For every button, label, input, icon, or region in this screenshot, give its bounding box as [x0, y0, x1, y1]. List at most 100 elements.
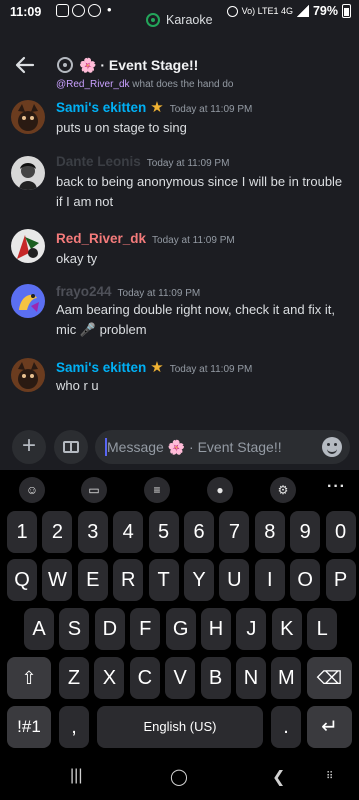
- space-key[interactable]: English (US): [97, 706, 263, 748]
- timestamp: Today at 11:09 PM: [169, 364, 253, 375]
- key-p[interactable]: P: [325, 559, 356, 601]
- stage-channel-icon: [57, 57, 73, 73]
- key-4[interactable]: 4: [113, 511, 144, 553]
- key-k[interactable]: K: [271, 608, 302, 650]
- message-text: Aam bearing double right now, check it a…: [56, 302, 335, 337]
- message-header: Red_River_dk Today at 11:09 PM: [56, 231, 235, 246]
- key-9[interactable]: 9: [290, 511, 321, 553]
- key-b[interactable]: B: [200, 657, 231, 699]
- karaoke-indicator[interactable]: Karaoke: [146, 13, 213, 27]
- message-input[interactable]: [107, 430, 307, 464]
- key-n[interactable]: N: [236, 657, 266, 699]
- avatar[interactable]: [11, 229, 45, 263]
- gift-icon[interactable]: [54, 430, 88, 464]
- keyboard-hide-icon[interactable]: ⠿: [326, 771, 333, 782]
- key-0[interactable]: 0: [325, 511, 356, 553]
- star-badge-icon: ★: [150, 359, 164, 376]
- battery-icon: [342, 4, 351, 18]
- discord-icon: [56, 4, 69, 17]
- keyboard-toolbar: ☺ ▭ ≡ ● ⚙ ···: [0, 470, 359, 510]
- battery-percent: 79%: [312, 4, 338, 18]
- keyboard: ☺ ▭ ≡ ● ⚙ ··· 1234567890 QWERTYUIOP ASDFGH…: [0, 470, 359, 800]
- key-8[interactable]: 8: [254, 511, 285, 553]
- key-a[interactable]: A: [24, 608, 54, 650]
- reply-reference[interactable]: @Red_River_dk what does the hand do: [56, 79, 234, 90]
- emoji-keyboard-icon[interactable]: ☺: [19, 477, 45, 503]
- text-tools-icon[interactable]: ≡: [144, 477, 170, 503]
- home-button[interactable]: ◯: [170, 767, 188, 787]
- key-r[interactable]: R: [113, 559, 144, 601]
- system-nav-bar: ||| ◯ ❮ ⠿: [0, 755, 359, 800]
- key-w[interactable]: W: [42, 559, 73, 601]
- settings-gear-icon[interactable]: ⚙: [270, 477, 296, 503]
- live-stage-icon: [146, 13, 160, 27]
- key-i[interactable]: I: [254, 559, 285, 601]
- key-o[interactable]: O: [290, 559, 321, 601]
- username[interactable]: Sami's ekitten: [56, 360, 146, 375]
- more-options-icon[interactable]: ···: [327, 478, 346, 496]
- message-header: Dante Leonis Today at 11:09 PM: [56, 154, 229, 169]
- key-7[interactable]: 7: [219, 511, 250, 553]
- enter-key[interactable]: ↵: [307, 706, 352, 748]
- star-badge-icon: ★: [150, 99, 164, 116]
- username[interactable]: Sami's ekitten: [56, 100, 146, 115]
- key-g[interactable]: G: [165, 608, 196, 650]
- message-field[interactable]: [95, 430, 350, 464]
- recents-button[interactable]: |||: [70, 767, 82, 785]
- key-l[interactable]: L: [307, 608, 338, 650]
- key-y[interactable]: Y: [184, 559, 214, 601]
- comma-key[interactable]: ,: [59, 706, 89, 748]
- timestamp: Today at 11:09 PM: [146, 158, 230, 169]
- key-h[interactable]: H: [201, 608, 231, 650]
- more-notifications-icon: •: [107, 2, 112, 17]
- key-z[interactable]: Z: [59, 657, 89, 699]
- timestamp: Today at 11:09 PM: [117, 288, 201, 299]
- status-right: Vo) LTE1 4G 79%: [226, 4, 351, 18]
- key-q[interactable]: Q: [7, 559, 37, 601]
- period-key[interactable]: .: [271, 706, 301, 748]
- microphone-icon[interactable]: ●: [207, 477, 233, 503]
- key-1[interactable]: 1: [7, 511, 37, 553]
- key-m[interactable]: M: [271, 657, 302, 699]
- key-s[interactable]: S: [59, 608, 90, 650]
- alarm-icon: [226, 5, 238, 17]
- network-label: Vo) LTE1 4G: [241, 6, 293, 16]
- channel-title[interactable]: 🌸 · Event Stage!!: [79, 57, 198, 74]
- timestamp: Today at 11:09 PM: [152, 235, 235, 246]
- message-text: who r u: [56, 378, 99, 393]
- plus-icon[interactable]: +: [12, 430, 46, 464]
- key-c[interactable]: C: [129, 657, 160, 699]
- avatar[interactable]: [11, 358, 45, 392]
- reply-author: @Red_River_dk: [56, 79, 130, 90]
- key-u[interactable]: U: [219, 559, 250, 601]
- shift-key[interactable]: ⇧: [7, 657, 51, 699]
- back-button[interactable]: ❮: [272, 767, 285, 787]
- notification-icons: [56, 4, 101, 17]
- key-d[interactable]: D: [94, 608, 125, 650]
- key-v[interactable]: V: [165, 657, 196, 699]
- key-3[interactable]: 3: [77, 511, 108, 553]
- sync-icon: [88, 4, 101, 17]
- message-list[interactable]: @Red_River_dk what does the hand do Sami…: [0, 78, 359, 424]
- key-x[interactable]: X: [94, 657, 125, 699]
- key-j[interactable]: J: [236, 608, 267, 650]
- avatar[interactable]: [11, 100, 45, 134]
- username[interactable]: Red_River_dk: [56, 231, 146, 246]
- backspace-key[interactable]: ⌫: [307, 657, 352, 699]
- clipboard-icon[interactable]: ▭: [81, 477, 107, 503]
- key-6[interactable]: 6: [184, 511, 214, 553]
- symbols-key[interactable]: !#1: [7, 706, 51, 748]
- avatar[interactable]: [11, 284, 45, 318]
- emoji-icon[interactable]: [322, 437, 342, 457]
- signal-icon: [296, 5, 309, 17]
- key-2[interactable]: 2: [42, 511, 73, 553]
- username[interactable]: Dante Leonis: [56, 154, 141, 169]
- avatar[interactable]: [11, 156, 45, 190]
- key-f[interactable]: F: [130, 608, 161, 650]
- username[interactable]: frayo244: [56, 284, 112, 299]
- status-time: 11:09: [10, 5, 42, 19]
- key-t[interactable]: T: [148, 559, 179, 601]
- back-arrow-icon[interactable]: [14, 54, 36, 76]
- key-5[interactable]: 5: [148, 511, 179, 553]
- key-e[interactable]: E: [77, 559, 108, 601]
